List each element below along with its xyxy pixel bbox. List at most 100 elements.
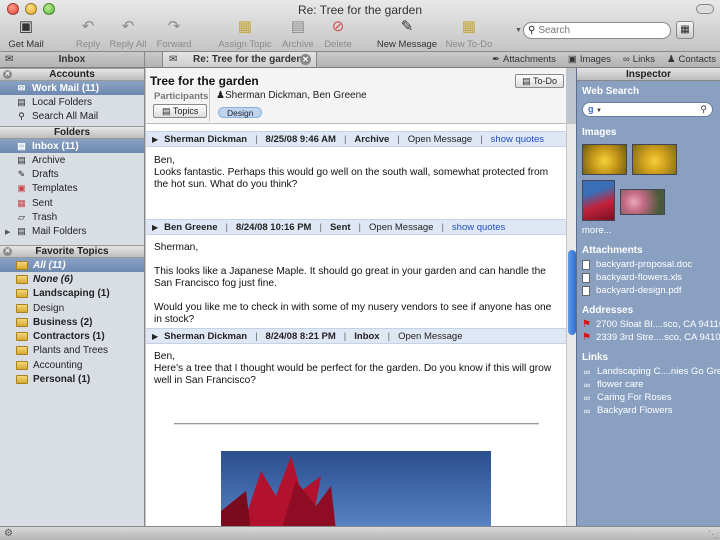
- address-item[interactable]: ⚑ 2700 Sloat Bl....sco, CA 94116: [582, 319, 720, 330]
- sidebar-item-label: Work Mail (11): [32, 82, 100, 94]
- forward-button[interactable]: ↷ Forward: [139, 18, 209, 50]
- collapse-triangle-icon[interactable]: ▶: [152, 223, 158, 232]
- toolbar: ▣ Get Mail ↶ Reply ↶ Reply All ↷ Forward…: [0, 18, 720, 52]
- attachment-item[interactable]: backyard-flowers.xls: [582, 272, 682, 283]
- close-tab-icon[interactable]: ✕: [300, 54, 311, 65]
- more-images-link[interactable]: more...: [582, 225, 612, 236]
- conversation-scrollbar[interactable]: [566, 124, 576, 526]
- disclosure-triangle-icon[interactable]: ▶: [5, 228, 10, 236]
- topic-icon: ▤: [162, 106, 171, 116]
- web-search-title: Web Search: [582, 86, 640, 97]
- tab-inbox-label: Inbox: [58, 54, 86, 65]
- link-text: Caring For Roses: [597, 392, 672, 403]
- sidebar-item-drafts[interactable]: ✎ Drafts: [0, 167, 144, 181]
- participants-list[interactable]: ♟Sherman Dickman, Ben Greene: [216, 90, 367, 101]
- link-icon: ∞: [583, 366, 591, 377]
- conversation-subject: Tree for the garden: [150, 74, 259, 88]
- conversation-header: Tree for the garden ▤ To-Do Participants…: [146, 68, 566, 124]
- get-mail-button[interactable]: ▣ Get Mail: [0, 18, 61, 50]
- open-message-link[interactable]: Open Message: [408, 134, 472, 145]
- attachments-tool[interactable]: ✒ Attachments: [492, 52, 556, 67]
- link-item[interactable]: ∞ Backyard Flowers: [582, 405, 673, 416]
- image-thumbnail[interactable]: [582, 144, 627, 175]
- accounts-title: Accounts: [49, 69, 95, 80]
- links-tool-label: Links: [632, 54, 655, 65]
- sidebar-topic-business[interactable]: Business (2): [0, 315, 144, 329]
- todo-button[interactable]: ▤ To-Do: [515, 74, 564, 88]
- show-quotes-link[interactable]: show quotes: [452, 222, 505, 233]
- delete-button[interactable]: ⊘ Delete: [303, 18, 373, 50]
- sidebar-item-inbox[interactable]: ▤ Inbox (11): [0, 138, 144, 154]
- accounts-header[interactable]: ✕ Accounts: [0, 68, 144, 81]
- sidebar-item-archive[interactable]: ▤ Archive: [0, 153, 144, 167]
- sidebar-item-trash[interactable]: ▱ Trash: [0, 210, 144, 224]
- attachment-item[interactable]: backyard-proposal.doc: [582, 259, 692, 270]
- collapse-triangle-icon[interactable]: ▶: [152, 135, 158, 144]
- show-quotes-link[interactable]: show quotes: [491, 134, 544, 145]
- resize-grip-icon[interactable]: ⋱: [708, 529, 717, 540]
- sidebar-topic-contractors[interactable]: Contractors (1): [0, 329, 144, 343]
- scrollbar-thumb[interactable]: [568, 250, 576, 335]
- folders-header[interactable]: Folders: [0, 125, 144, 139]
- topics-button[interactable]: ▤ Topics: [153, 104, 208, 118]
- search-icon: ⚲: [700, 104, 707, 114]
- address-item[interactable]: ⚑ 2339 3rd Stre....sco, CA 94107: [582, 332, 720, 343]
- image-thumbnail[interactable]: [582, 180, 615, 221]
- sidebar-item-templates[interactable]: ▣ Templates: [0, 182, 144, 196]
- new-todo-button[interactable]: ▦ New To-Do: [434, 18, 504, 50]
- message-header-3[interactable]: ▶ Sherman Dickman | 8/24/08 8:21 PM | Inbo…: [146, 328, 566, 344]
- attachment-item[interactable]: backyard-design.pdf: [582, 285, 682, 296]
- link-item[interactable]: ∞ Landscaping C....nies Go Green: [582, 366, 720, 377]
- message-header-1[interactable]: ▶ Sherman Dickman | 8/25/08 9:46 AM | Arch…: [146, 131, 566, 147]
- message-sender: Sherman Dickman: [164, 330, 248, 342]
- message-date: 8/25/08 9:46 AM: [265, 133, 336, 145]
- search-options-icon[interactable]: ▼: [515, 27, 522, 34]
- collapse-triangle-icon[interactable]: ▶: [152, 332, 158, 341]
- sidebar-item-work-mail[interactable]: ✉ Work Mail (11): [0, 81, 144, 96]
- tab-message[interactable]: ✉ Re: Tree for the garden ✕: [162, 52, 317, 67]
- sidebar-item-label: Archive: [32, 154, 66, 166]
- link-item[interactable]: ∞ flower care: [582, 379, 644, 390]
- sidebar-topic-landscaping[interactable]: Landscaping (1): [0, 287, 144, 301]
- topics-header[interactable]: ✕ Favorite Topics: [0, 244, 144, 258]
- sidebar-item-search-all[interactable]: ⚲ Search All Mail: [0, 110, 144, 124]
- activity-icon[interactable]: ⚙: [4, 528, 13, 539]
- attached-maple-image[interactable]: [221, 451, 491, 526]
- open-message-link[interactable]: Open Message: [369, 222, 433, 233]
- message-separator: [174, 423, 539, 425]
- topic-folder-icon: [16, 317, 28, 327]
- new-message-button[interactable]: ✎ New Message: [372, 18, 442, 50]
- web-search-field[interactable]: g ▼ ⚲: [582, 102, 713, 117]
- images-tool[interactable]: ▣ Images: [568, 52, 611, 67]
- toolbar-toggle-button[interactable]: [696, 4, 714, 14]
- sidebar-item-local-folders[interactable]: ▤ Local Folders: [0, 95, 144, 109]
- sidebar-topic-plants[interactable]: Plants and Trees: [0, 344, 144, 358]
- sidebar-topic-none[interactable]: None (6): [0, 272, 144, 286]
- message-header-2[interactable]: ▶ Ben Greene | 8/24/08 10:16 PM | Sent | Op…: [146, 219, 566, 235]
- collapse-icon[interactable]: ✕: [3, 246, 12, 256]
- image-thumbnail[interactable]: [620, 189, 665, 215]
- tab-inbox[interactable]: ✉ Inbox: [0, 52, 145, 67]
- sidebar-item-sent[interactable]: ▦ Sent: [0, 196, 144, 210]
- link-item[interactable]: ∞ Caring For Roses: [582, 392, 672, 403]
- sidebar-topic-personal[interactable]: Personal (1): [0, 372, 144, 386]
- links-tool[interactable]: ∞ Links: [623, 52, 655, 67]
- view-toggle-button[interactable]: ▦: [676, 21, 694, 39]
- collapse-icon[interactable]: ✕: [3, 70, 12, 79]
- forward-icon: ↷: [167, 18, 181, 35]
- document-icon: [582, 259, 590, 270]
- sidebar-topic-design[interactable]: Design: [0, 301, 144, 315]
- attachment-name: backyard-design.pdf: [596, 285, 682, 296]
- message-line: Here's a tree that I thought would be pe…: [154, 363, 552, 386]
- topic-tag-design[interactable]: Design: [218, 107, 263, 118]
- contacts-tool[interactable]: ♟ Contacts: [667, 52, 716, 67]
- open-message-link[interactable]: Open Message: [398, 331, 462, 342]
- image-thumbnail[interactable]: [632, 144, 677, 175]
- search-input[interactable]: [538, 25, 659, 36]
- sidebar-topic-all[interactable]: All (11): [0, 257, 144, 273]
- archive-icon: ▤: [17, 154, 26, 165]
- sidebar-topic-accounting[interactable]: Accounting: [0, 358, 144, 372]
- sidebar-item-mail-folders[interactable]: ▶ ▤ Mail Folders: [0, 225, 144, 239]
- message-line: Ben,: [154, 155, 175, 166]
- search-field[interactable]: ⚲: [523, 22, 671, 39]
